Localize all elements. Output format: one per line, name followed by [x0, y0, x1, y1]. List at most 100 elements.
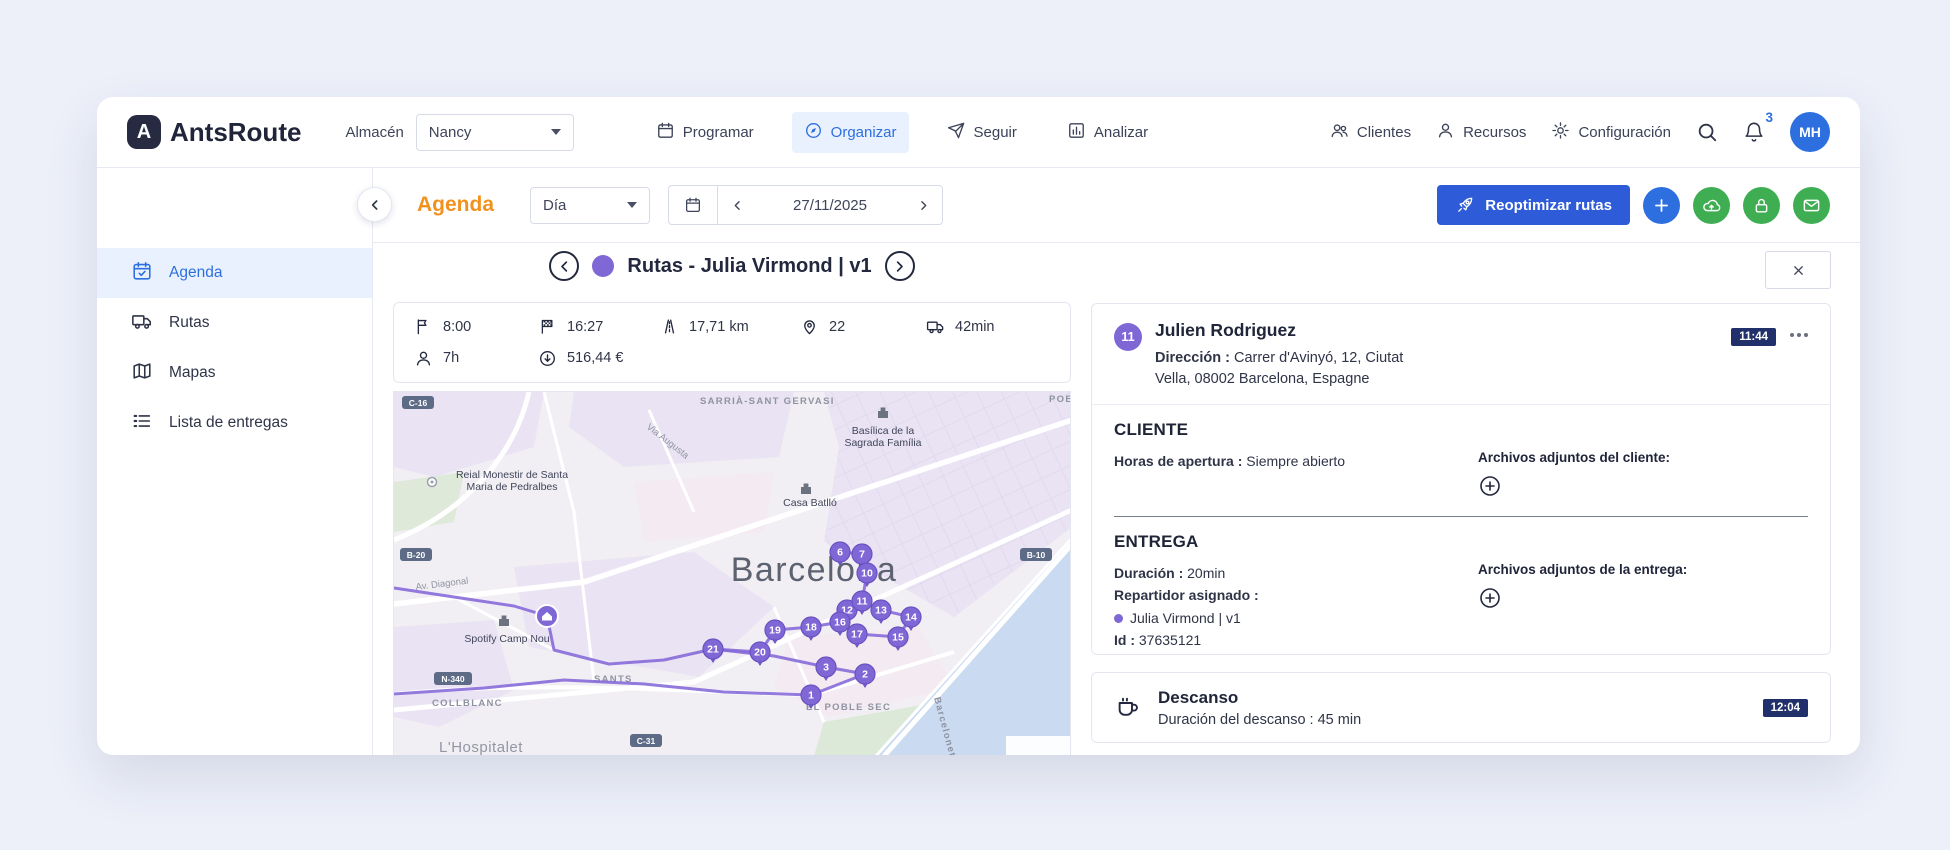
nav-item-seguir[interactable]: Seguir [935, 112, 1029, 153]
close-route-button[interactable] [1765, 251, 1831, 289]
svg-text:16: 16 [834, 617, 846, 629]
previous-route-button[interactable] [549, 251, 580, 281]
nav-item-clientes[interactable]: Clientes [1330, 112, 1411, 153]
nav-item-analizar[interactable]: Analizar [1055, 112, 1160, 153]
map-pin-icon [804, 320, 815, 335]
sidebar-item-agenda[interactable]: Agenda [97, 248, 372, 298]
bell-icon [1745, 122, 1763, 142]
svg-text:Sagrada Família: Sagrada Família [844, 437, 921, 449]
nav-label: Configuración [1578, 123, 1671, 141]
svg-text:18: 18 [805, 622, 817, 634]
stat-end-time: 16:27 [538, 317, 660, 336]
sidebar-item-rutas[interactable]: Rutas [97, 298, 372, 348]
client-section-heading: CLIENTE [1114, 420, 1189, 440]
notification-badge: 3 [1765, 110, 1773, 125]
svg-text:2: 2 [862, 669, 868, 681]
bar-chart-icon [1067, 121, 1086, 144]
stop-card-header: 11 Julien Rodriguez Dirección : Carrer d… [1114, 320, 1808, 390]
date-navigator: 27/11/2025 [668, 185, 944, 225]
coffee-cup-icon [1118, 697, 1138, 716]
lock-icon [1755, 198, 1768, 213]
break-duration-label: Duración del descanso : [1158, 711, 1314, 728]
view-select[interactable]: Día [530, 186, 651, 224]
navbar-right: Clientes Recursos Configuración 3 MH [1330, 110, 1830, 153]
svg-text:21: 21 [707, 644, 719, 656]
eta-chip: 11:44 [1731, 328, 1776, 346]
sidebar-collapse-button[interactable] [357, 187, 392, 222]
calendar-picker-button[interactable] [669, 186, 719, 224]
search-button[interactable] [1696, 121, 1718, 143]
stat-work-time: 7h [414, 349, 538, 368]
notifications-button[interactable]: 3 [1743, 110, 1773, 143]
nav-item-programar[interactable]: Programar [644, 112, 766, 153]
next-route-button[interactable] [884, 251, 915, 281]
duration-label: Duración : [1114, 565, 1184, 582]
depot-marker[interactable] [535, 604, 559, 628]
avatar[interactable]: MH [1790, 112, 1830, 152]
current-date: 27/11/2025 [793, 196, 867, 214]
vehicle-icon [926, 321, 944, 334]
mail-button[interactable] [1793, 186, 1830, 224]
client-attachments-label: Archivos adjuntos del cliente: [1478, 450, 1671, 466]
plus-circle-icon [1480, 476, 1500, 496]
chevron-down-icon [627, 202, 638, 208]
road-shield: C-16 [402, 396, 434, 409]
person-icon [1436, 121, 1455, 144]
nav-item-configuracion[interactable]: Configuración [1551, 112, 1671, 153]
svg-text:11: 11 [856, 596, 867, 608]
sidebar: Agenda Rutas Mapas Lista de entregas [97, 168, 373, 755]
map-area-label: EL POBLE SEC [806, 702, 891, 713]
stat-drive-time: 42min [926, 317, 1060, 336]
stop-card: 11 Julien Rodriguez Dirección : Carrer d… [1091, 303, 1831, 655]
svg-text:C-16: C-16 [409, 398, 428, 408]
map-area-label: L'Hospitalet [439, 739, 523, 755]
app-background: A AntsRoute Almacén Nancy Programar Orga… [0, 0, 1950, 850]
finish-flag-icon [541, 320, 553, 334]
stop-detail-panel: 11 Julien Rodriguez Dirección : Carrer d… [1091, 303, 1831, 755]
warehouse-select[interactable]: Nancy [415, 113, 574, 151]
previous-day-button[interactable] [718, 186, 756, 224]
sidebar-item-mapas[interactable]: Mapas [97, 348, 372, 398]
svg-text:N-340: N-340 [441, 674, 464, 684]
envelope-icon [1803, 199, 1820, 211]
sidebar-item-label: Lista de entregas [169, 414, 288, 431]
add-button[interactable] [1643, 186, 1680, 224]
chevron-right-icon [920, 200, 926, 210]
add-delivery-attachment-button[interactable] [1478, 586, 1502, 610]
arrow-right-icon [896, 260, 903, 272]
nav-label: Clientes [1356, 123, 1412, 141]
svg-text:B-20: B-20 [407, 550, 426, 560]
map[interactable]: SARRIÀ-SANT GERVASIPOBLESANTSCOLLBLANCEL… [393, 391, 1071, 755]
search-icon [1698, 123, 1717, 142]
add-client-attachment-button[interactable] [1478, 474, 1502, 498]
duration-value: 20min [1187, 565, 1226, 582]
next-day-button[interactable] [904, 186, 942, 224]
nav-label: Analizar [1093, 123, 1149, 141]
break-title: Descanso [1158, 687, 1239, 707]
sidebar-item-label: Rutas [169, 314, 210, 331]
reoptimize-routes-button[interactable]: Reoptimizar rutas [1437, 185, 1630, 225]
break-time-chip: 12:04 [1762, 698, 1808, 717]
road-shield: C-31 [630, 734, 662, 747]
chevron-left-icon [734, 200, 740, 210]
route-header: Rutas - Julia Virmond | v1 [393, 251, 1071, 281]
nav-item-organizar[interactable]: Organizar [791, 111, 909, 153]
nav-item-recursos[interactable]: Recursos [1436, 112, 1526, 153]
svg-text:Reial Monestir de Santa: Reial Monestir de Santa [456, 469, 568, 481]
svg-text:B-10: B-10 [1027, 550, 1046, 560]
brand-logo[interactable]: A AntsRoute [127, 115, 301, 149]
sync-button[interactable] [1693, 186, 1730, 224]
lock-button[interactable] [1743, 186, 1780, 224]
divider [1092, 404, 1830, 406]
sidebar-item-lista-de-entregas[interactable]: Lista de entregas [97, 398, 372, 448]
svg-text:Basílica de la: Basílica de la [852, 425, 915, 437]
calendar-icon [656, 121, 675, 144]
top-navbar: A AntsRoute Almacén Nancy Programar Orga… [97, 97, 1860, 168]
customer-address: Dirección : Carrer d'Avinyó, 12, Ciutat … [1155, 348, 1430, 390]
more-options-button[interactable] [1790, 333, 1808, 337]
route-color-dot [592, 255, 615, 277]
address-label: Dirección : [1155, 350, 1230, 366]
svg-text:1: 1 [808, 690, 814, 702]
cost-download-icon [540, 350, 555, 366]
nav-label: Programar [682, 123, 754, 141]
